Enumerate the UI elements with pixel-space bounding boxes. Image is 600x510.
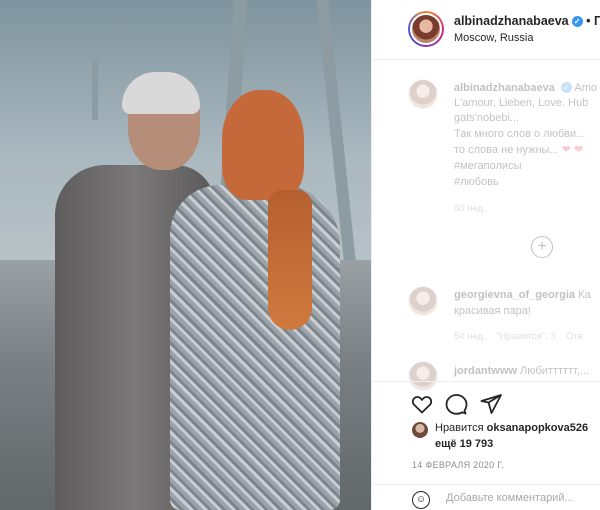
comment-avatar[interactable] [408,286,438,316]
likes-avatar[interactable] [412,422,428,438]
heart-emoji-icon: ❤ ❤ [561,144,584,156]
comment-reply[interactable]: Отв [566,331,583,342]
comment-line-1: jordantwww Любитттттт,... [454,365,590,377]
post-date[interactable]: 14 ФЕВРАЛЯ 2020 Г. [412,460,504,470]
post-photo[interactable] [0,0,371,510]
follow-button[interactable]: • По [586,14,600,28]
caption-avatar[interactable] [408,79,438,109]
caption-hashtag-2[interactable]: #любовь [454,175,600,190]
header-username[interactable]: albinadzhanabaeva [454,14,569,28]
verified-icon: ✓ [560,82,572,93]
likes-user[interactable]: oksanapopkova526 [487,422,589,434]
caption-line-5: то слова не нужны... ❤ ❤ [454,144,584,156]
comment-time[interactable]: 54 нед. [454,331,486,342]
caption-username[interactable]: albinadzhanabaeva [454,82,555,94]
post-header: albinadzhanabaeva✓ • По Moscow, Russia [372,0,600,60]
photo-woman-hair [222,90,304,200]
caption-line-1: albinadzhanabaeva ✓ Amo [454,82,598,94]
add-comment-bar: ☺ [372,484,600,510]
caption-line-3: gats'nobebi... [454,112,520,124]
comment-line-2: красивая пара! [454,305,531,317]
photo-ponytail [268,190,312,330]
share-icon[interactable] [479,392,503,416]
post-side-panel: albinadzhanabaeva✓ • По Moscow, Russia a… [371,0,600,510]
plus-circle-icon[interactable]: + [531,236,553,258]
comment-meta: 54 нед. "Нравится": 3 Отв [454,331,583,342]
caption-line-4: Так много слов о любви... [454,128,586,140]
likes-more[interactable]: ещё 19 793 [435,438,493,450]
comment-icon[interactable] [444,392,468,416]
comment-line-1: georgievna_of_georgia Ка [454,289,591,301]
header-location[interactable]: Moscow, Russia [454,32,533,44]
header-username-row: albinadzhanabaeva✓ • По [454,14,600,28]
caption-time[interactable]: 60 нед. [454,203,486,214]
photo-antenna [92,60,98,120]
comment-username[interactable]: jordantwww [454,365,517,377]
profile-avatar[interactable] [408,11,444,47]
comment-input[interactable] [446,492,596,504]
comment-likes[interactable]: "Нравится": 3 [496,331,555,342]
caption-line-2: L'amour, Lieben, Love. Hub [454,97,589,109]
emoji-icon[interactable]: ☺ [412,491,430,509]
comment-username[interactable]: georgievna_of_georgia [454,289,575,301]
photo-woman [170,185,340,510]
heart-icon[interactable] [410,392,434,416]
comments-list[interactable]: albinadzhanabaeva ✓ Amo L'amour, Lieben,… [372,61,600,391]
verified-icon: ✓ [571,16,583,27]
likes-line: Нравится oksanapopkova526 [435,422,589,434]
caption-hashtag-1[interactable]: #мегаполисы [454,159,600,174]
post-actions: Нравится oksanapopkova526 ещё 19 793 14 … [372,381,600,510]
